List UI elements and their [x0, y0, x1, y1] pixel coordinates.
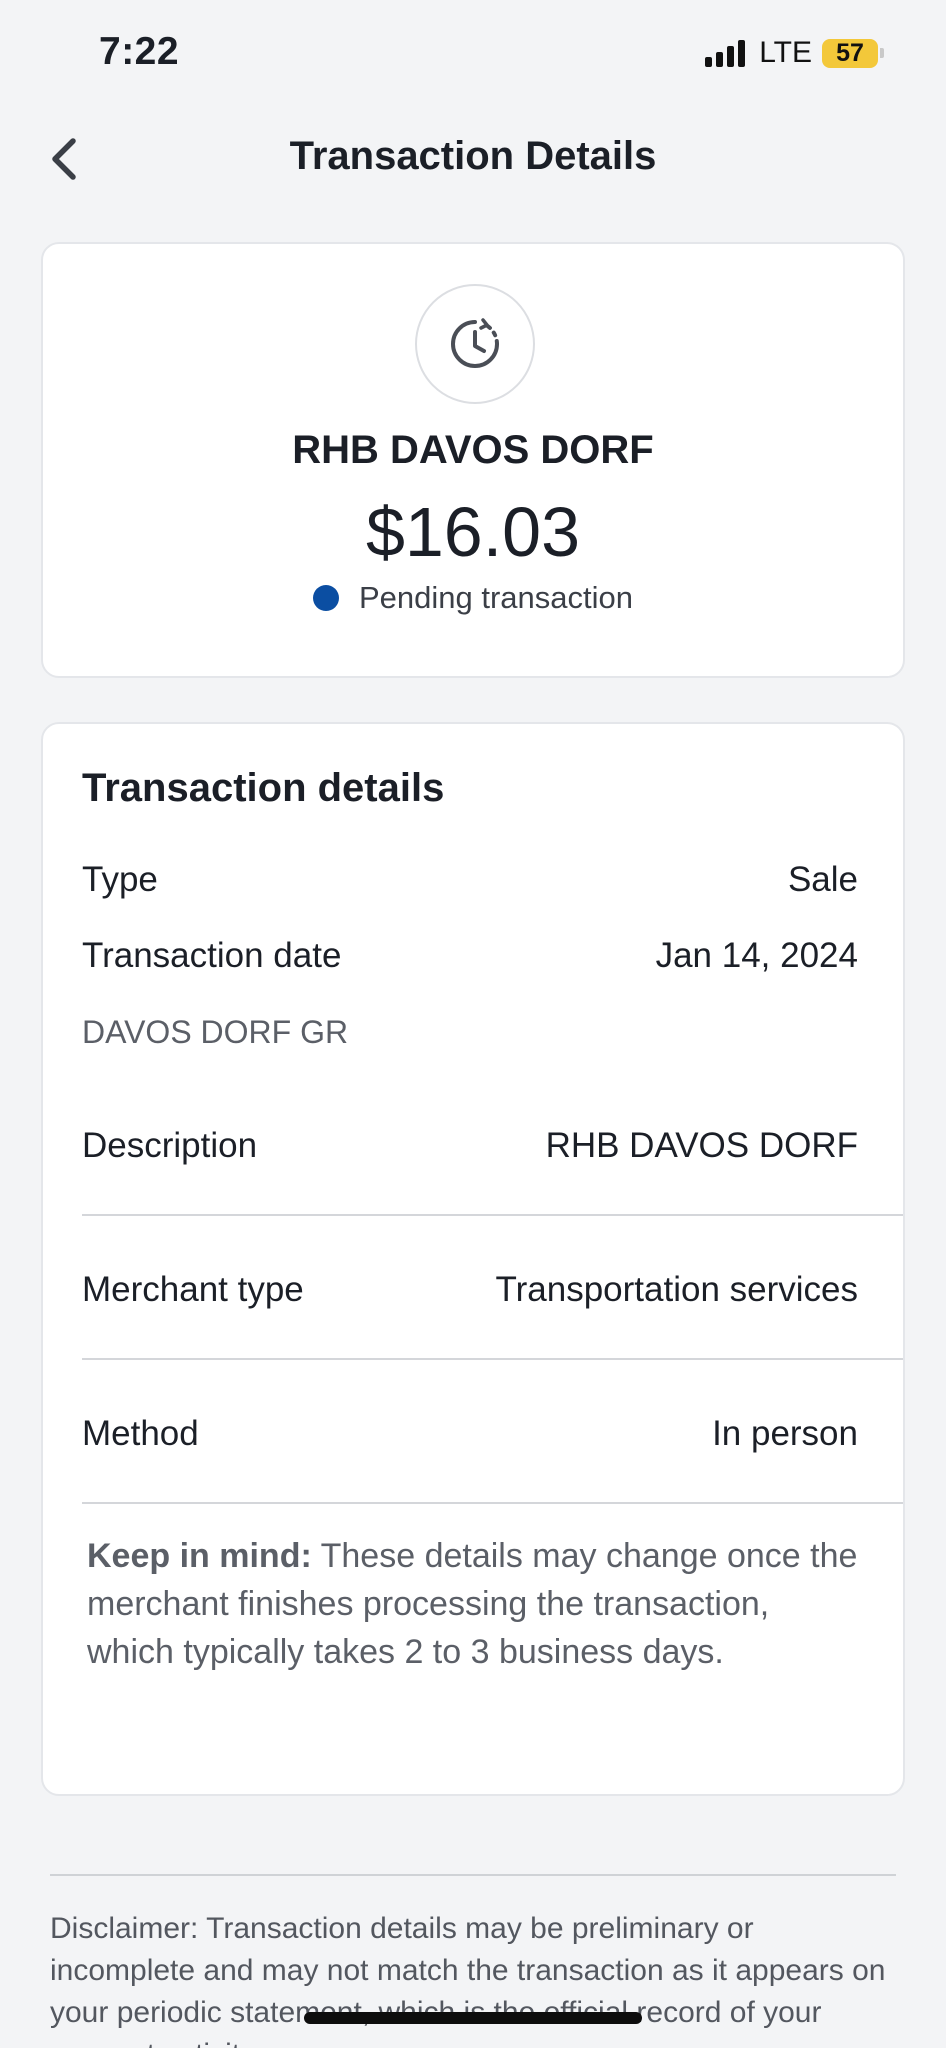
type-value: Sale: [787, 860, 858, 899]
description-value: RHB DAVOS DORF: [545, 1126, 858, 1165]
keep-in-mind-label: Keep in mind:: [87, 1537, 312, 1575]
status-dot-icon: [312, 585, 339, 611]
battery-level: 57: [822, 38, 878, 68]
detail-row-type: Type Sale: [82, 860, 858, 900]
divider: [82, 1502, 903, 1504]
transaction-summary-card: RHB DAVOS DORF $16.03 Pending transactio…: [41, 242, 905, 678]
transaction-amount: $16.03: [365, 493, 581, 571]
detail-row-merchant-type: Merchant type Transportation services: [82, 1270, 858, 1310]
network-type: LTE: [759, 36, 812, 69]
signal-strength-icon: [705, 39, 746, 67]
status-time: 7:22: [99, 30, 180, 73]
type-label: Type: [82, 860, 158, 899]
status-indicators: LTE 57: [705, 36, 884, 70]
page-title: Transaction Details: [289, 134, 657, 178]
pending-clock-icon: [415, 284, 535, 404]
merchant-name: RHB DAVOS DORF: [292, 428, 654, 472]
date-label: Transaction date: [82, 936, 342, 975]
disclaimer-divider: [50, 1874, 896, 1876]
status-text: Pending transaction: [358, 580, 634, 615]
description-label: Description: [82, 1126, 258, 1165]
home-indicator[interactable]: [304, 2012, 642, 2024]
details-heading: Transaction details: [82, 766, 445, 810]
merchant-location: DAVOS DORF GR: [82, 1014, 349, 1050]
status-bar: 7:22 LTE 57: [0, 0, 946, 108]
keep-in-mind-note: Keep in mind: These details may change o…: [87, 1532, 859, 1676]
disclaimer-text: Disclaimer: Transaction details may be p…: [50, 1912, 886, 2048]
method-value: In person: [712, 1414, 858, 1453]
divider: [82, 1358, 903, 1360]
detail-row-date: Transaction date Jan 14, 2024: [82, 936, 858, 976]
detail-row-method: Method In person: [82, 1414, 858, 1454]
method-label: Method: [82, 1414, 199, 1453]
divider: [82, 1214, 903, 1216]
detail-row-description: Description RHB DAVOS DORF: [82, 1126, 858, 1166]
navigation-header: Transaction Details: [0, 120, 946, 200]
merchant-type-label: Merchant type: [82, 1270, 304, 1309]
transaction-status: Pending transaction: [43, 580, 903, 616]
date-value: Jan 14, 2024: [655, 936, 858, 975]
merchant-type-value: Transportation services: [495, 1270, 858, 1309]
transaction-details-card: Transaction details Type Sale Transactio…: [41, 722, 905, 1796]
battery-icon: 57: [822, 38, 884, 68]
